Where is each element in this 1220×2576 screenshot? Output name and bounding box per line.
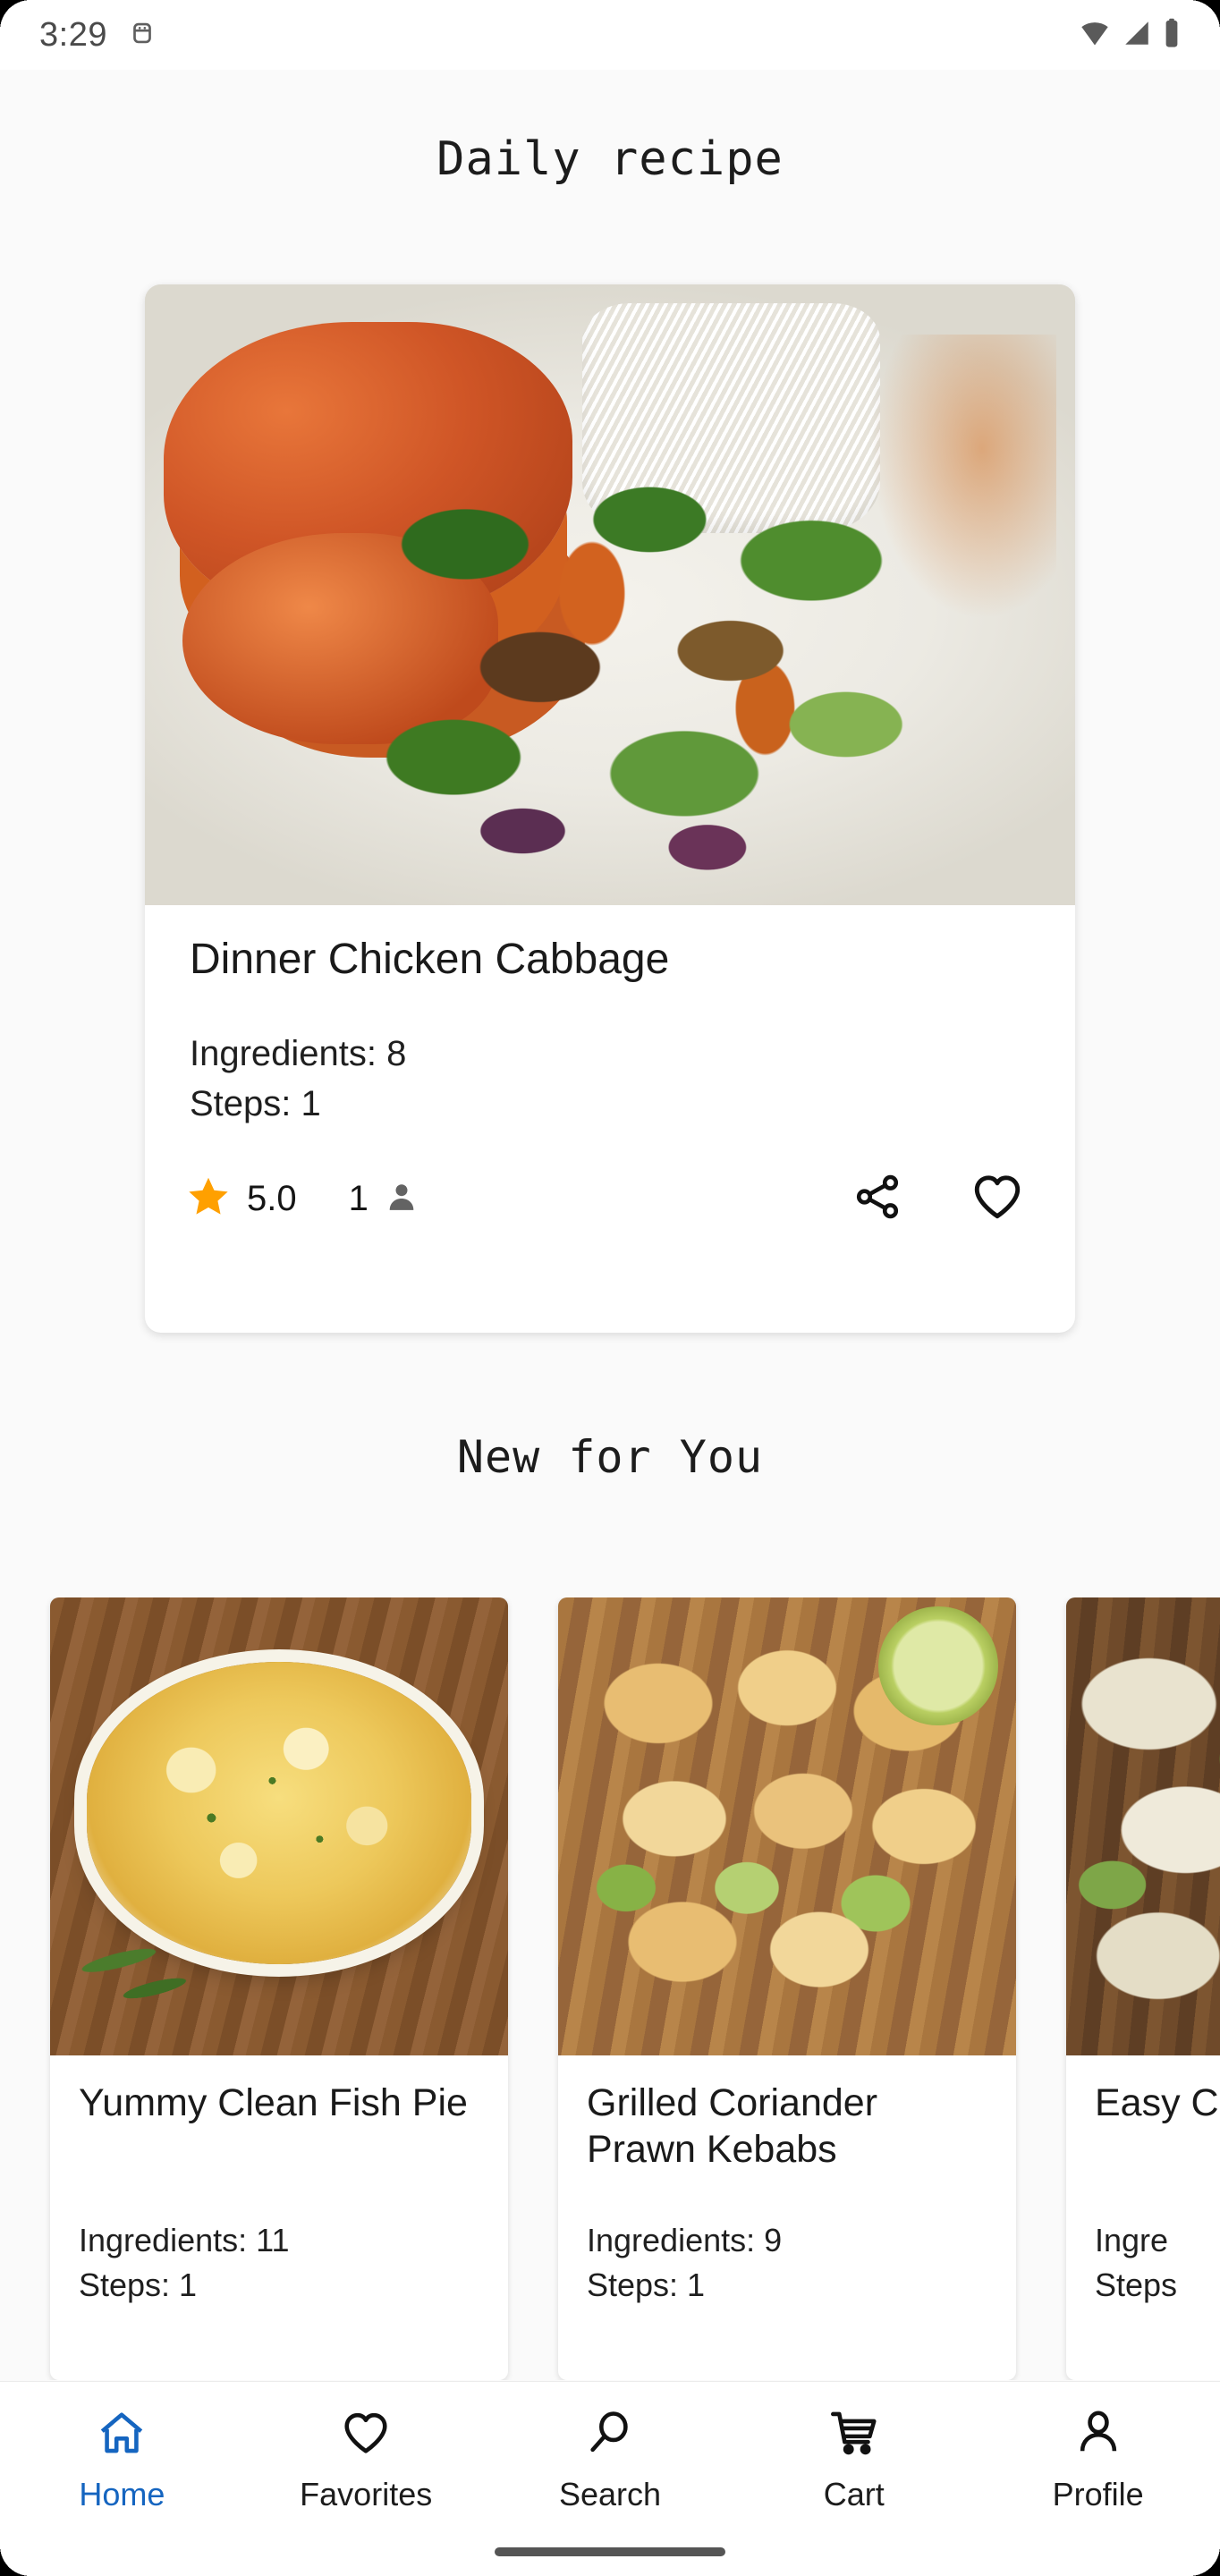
android-debug-icon [127, 18, 157, 53]
nav-item-cart[interactable]: Cart [732, 2407, 976, 2513]
cellular-signal-icon [1122, 20, 1152, 51]
daily-ingredients-count: Ingredients: 8 [190, 1033, 407, 1073]
recipe-ingredients-count: Ingredients: 11 [79, 2222, 290, 2258]
bottom-navigation-bar: Home Favorites Search Cart Profile [0, 2381, 1220, 2576]
recipe-card-image [1066, 1597, 1220, 2055]
recipe-card-meta: Ingredients: 9 Steps: 1 [587, 2218, 987, 2309]
nav-label-home: Home [79, 2476, 165, 2512]
recipe-card-body: Yummy Clean Fish Pie Ingredients: 11 Ste… [50, 2055, 508, 2309]
daily-recipe-body: Dinner Chicken Cabbage Ingredients: 8 St… [145, 905, 1075, 1130]
screen-corner-top-right [1190, 0, 1220, 30]
recipe-steps-count: Steps: 1 [587, 2267, 706, 2304]
recipe-card-body: Grilled Coriander Prawn Kebabs Ingredien… [558, 2055, 1016, 2309]
daily-recipe-card[interactable]: Dinner Chicken Cabbage Ingredients: 8 St… [145, 284, 1075, 1333]
nav-item-search[interactable]: Search [488, 2407, 733, 2513]
nav-label-favorites: Favorites [300, 2476, 433, 2512]
nav-label-profile: Profile [1052, 2476, 1144, 2512]
screen-corner-bottom-left [0, 2546, 30, 2576]
nav-label-cart: Cart [823, 2476, 885, 2512]
nav-item-home[interactable]: Home [0, 2407, 244, 2513]
wifi-icon [1079, 20, 1111, 51]
recipe-card-title: Easy Chick [1095, 2081, 1220, 2124]
cart-icon [828, 2407, 880, 2463]
recipe-card[interactable]: Easy Chick Ingre Steps [1066, 1597, 1220, 2380]
search-icon [584, 2407, 636, 2463]
recipe-card-image [50, 1597, 508, 2055]
recipe-card-body: Easy Chick Ingre Steps [1066, 2055, 1220, 2309]
screen-corner-top-left [0, 0, 30, 30]
page-title: Daily recipe [436, 132, 784, 186]
recipe-card-image [558, 1597, 1016, 2055]
heart-icon [340, 2407, 392, 2463]
recipe-card[interactable]: Grilled Coriander Prawn Kebabs Ingredien… [558, 1597, 1016, 2380]
home-icon [96, 2407, 148, 2463]
recipe-card-title: Grilled Coriander Prawn Kebabs [587, 2081, 878, 2171]
new-for-you-carousel[interactable]: Yummy Clean Fish Pie Ingredients: 11 Ste… [0, 1597, 1220, 2380]
status-bar-left: 3:29 [39, 16, 157, 55]
section-title-new-for-you: New for You [456, 1431, 764, 1483]
daily-recipe-actions [851, 1169, 1034, 1229]
favorite-heart-icon[interactable] [970, 1169, 1025, 1229]
rating-value: 5.0 [247, 1179, 297, 1219]
recipe-card-meta: Ingredients: 11 Steps: 1 [79, 2218, 479, 2309]
daily-recipe-image [145, 284, 1075, 905]
recipe-card-meta: Ingre Steps [1095, 2218, 1220, 2309]
recipe-ingredients-count: Ingredients: 9 [587, 2222, 783, 2258]
daily-recipe-footer: 5.0 1 [145, 1169, 1075, 1229]
share-icon[interactable] [851, 1171, 903, 1227]
rating-group: 5.0 1 [186, 1174, 419, 1224]
daily-steps-count: Steps: 1 [190, 1084, 321, 1124]
daily-recipe-title: Dinner Chicken Cabbage [190, 936, 670, 983]
status-bar-right [1079, 18, 1181, 53]
recipe-card-title: Yummy Clean Fish Pie [79, 2081, 468, 2124]
recipe-steps-count: Steps: 1 [79, 2267, 198, 2304]
status-time: 3:29 [39, 15, 107, 54]
person-icon [385, 1180, 419, 1218]
battery-icon [1163, 18, 1181, 53]
star-icon [186, 1174, 231, 1224]
recipe-ingredients-count: Ingre [1095, 2222, 1169, 2258]
gesture-home-bar[interactable] [495, 2547, 725, 2556]
screen-corner-bottom-right [1190, 2546, 1220, 2576]
person-icon [1072, 2407, 1124, 2463]
review-count: 1 [348, 1179, 369, 1219]
recipe-steps-count: Steps [1095, 2267, 1178, 2304]
daily-recipe-meta: Ingredients: 8 Steps: 1 [190, 1029, 1030, 1131]
nav-item-favorites[interactable]: Favorites [244, 2407, 488, 2513]
nav-item-profile[interactable]: Profile [976, 2407, 1220, 2513]
nav-label-search: Search [558, 2476, 662, 2512]
app-screen: 3:29 Daily recipe Dinner Chicken Cabbage… [0, 0, 1220, 2576]
recipe-card[interactable]: Yummy Clean Fish Pie Ingredients: 11 Ste… [50, 1597, 508, 2380]
status-bar: 3:29 [0, 0, 1220, 70]
